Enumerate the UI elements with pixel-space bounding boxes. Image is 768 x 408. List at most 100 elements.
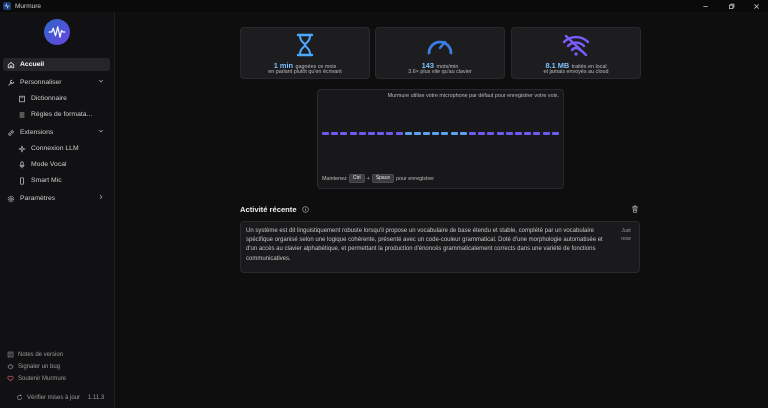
sidebar-item-dictionnaire[interactable]: Dictionnaire [14, 92, 110, 105]
stat-subcaption: 3.6× plus vite qu'au clavier [408, 69, 472, 75]
activity-item[interactable]: Un système est dit linguistiquement robu… [240, 221, 640, 273]
waveform-bar [367, 132, 375, 135]
timestamp-line: now [621, 236, 631, 242]
home-icon [7, 61, 15, 69]
key-space: Space [371, 174, 394, 183]
trash-icon[interactable] [631, 205, 639, 213]
wrench-icon [7, 79, 15, 87]
mic-icon [18, 160, 26, 169]
sidebar-item-label: Personnaliser [20, 79, 62, 86]
shortcut-hint: Maintenez Ctrl + Space pour enregistrer [322, 174, 434, 183]
waveform-bar [423, 132, 431, 135]
waveform-bar [377, 132, 385, 135]
release-notes-label: Notes de version [18, 351, 64, 358]
refresh-icon [16, 394, 23, 401]
sidebar-item-connexion-llm[interactable]: Connexion LLM [14, 142, 110, 155]
waveform-bar [413, 132, 421, 135]
waveform-bar [533, 132, 541, 135]
report-bug-label: Signaler un bug [18, 363, 61, 370]
chevron-down-icon [98, 128, 104, 136]
sparkle-icon [18, 145, 26, 153]
waveform-bar [524, 132, 532, 135]
section-title: Activité récente [240, 205, 297, 214]
heart-icon [7, 375, 14, 382]
sidebar-item-label: Accueil [20, 61, 45, 68]
book-icon [18, 95, 26, 103]
sidebar-item-extensions[interactable]: Extensions [3, 126, 110, 139]
key-plus: + [366, 175, 370, 182]
phone-icon [18, 176, 26, 185]
hint-before: Maintenez [322, 175, 347, 182]
notes-icon [7, 351, 14, 358]
hint-after: pour enregistrer [396, 175, 435, 182]
waveform-bar [469, 132, 476, 135]
support-label: Soutenir Murmure [18, 375, 67, 382]
support-link[interactable]: Soutenir Murmure [7, 375, 66, 382]
sidebar-item-smart-mic[interactable]: Smart Mic [14, 174, 110, 187]
app-icon [3, 2, 11, 10]
waveform-bar [542, 132, 550, 135]
waveform-bar [441, 132, 449, 135]
waveform-bar [450, 132, 458, 135]
recent-activity-title: Activité récente [240, 205, 309, 214]
sidebar-item-label: Dictionnaire [31, 95, 67, 102]
sidebar-item-label: Paramètres [20, 195, 56, 202]
sidebar-item-parametres[interactable]: Paramètres [3, 192, 110, 205]
stat-card-local-data: 8.1 MB traités en local et jamais envoyé… [511, 27, 641, 79]
waveform-bar [432, 132, 440, 135]
stat-card-time-saved: 1 min gagnées ce mois en parlant plutôt … [240, 27, 370, 79]
title-bar: Murmure [0, 0, 768, 12]
waveform-bar [322, 132, 329, 135]
wifi-off-icon [562, 34, 590, 57]
key-ctrl: Ctrl [348, 174, 365, 183]
sidebar: Accueil Personnaliser Dictionnaire Règle… [0, 12, 115, 408]
gear-icon [7, 195, 15, 203]
waveform-bar [496, 132, 504, 135]
chevron-down-icon [98, 78, 104, 86]
waveform-bar [459, 132, 467, 135]
waveform-bar [551, 132, 559, 135]
waveform-bar [514, 132, 522, 135]
stat-subcaption: et jamais envoyés au cloud [543, 69, 609, 75]
check-updates-button[interactable]: Vérifier mises à jour 1.11.3 [16, 394, 104, 401]
waveform-bar [395, 132, 403, 135]
timestamp-line: Just [621, 228, 631, 234]
waveform-bar [340, 132, 348, 135]
chevron-right-icon [98, 194, 104, 202]
waveform-bar [487, 132, 495, 135]
sidebar-item-label: Smart Mic [31, 177, 62, 184]
check-updates-label: Vérifier mises à jour [27, 394, 81, 401]
stat-subcaption: en parlant plutôt qu'en écrivant [268, 69, 342, 75]
window-title: Murmure [15, 2, 42, 10]
info-icon[interactable] [301, 206, 309, 213]
waveform-bar [358, 132, 366, 135]
maximize-icon[interactable] [719, 0, 743, 12]
link-icon [7, 129, 15, 137]
activity-timestamp: Just now [617, 227, 635, 243]
release-notes-link[interactable]: Notes de version [7, 351, 63, 358]
report-bug-link[interactable]: Signaler un bug [7, 363, 60, 370]
bug-icon [7, 363, 14, 370]
version-label: 1.11.3 [88, 394, 105, 401]
waveform-bar [478, 132, 486, 135]
stat-card-speed: 143 mots/min 3.6× plus vite qu'au clavie… [375, 27, 505, 79]
sidebar-item-regles[interactable]: Règles de formata... [14, 108, 110, 121]
sidebar-item-label: Mode Vocal [31, 161, 67, 168]
waveform-bar [349, 132, 357, 135]
list-icon [18, 111, 26, 119]
sidebar-item-label: Connexion LLM [31, 145, 79, 152]
sidebar-item-mode-vocal[interactable]: Mode Vocal [14, 158, 110, 171]
sidebar-item-label: Extensions [20, 129, 54, 136]
minimize-icon[interactable] [693, 0, 717, 12]
microphone-note: Murmure utilise votre microphone par déf… [387, 93, 559, 99]
sidebar-item-accueil[interactable]: Accueil [3, 58, 110, 71]
murmure-logo [44, 19, 70, 45]
audio-waveform [322, 132, 559, 135]
waveform-bar [404, 132, 412, 135]
sidebar-item-personnaliser[interactable]: Personnaliser [3, 76, 110, 89]
waveform-bar [386, 132, 394, 135]
microphone-panel[interactable]: Murmure utilise votre microphone par déf… [317, 89, 564, 189]
sidebar-item-label: Règles de formata... [31, 111, 93, 118]
waveform-bar [505, 132, 513, 135]
close-icon[interactable] [744, 0, 768, 12]
